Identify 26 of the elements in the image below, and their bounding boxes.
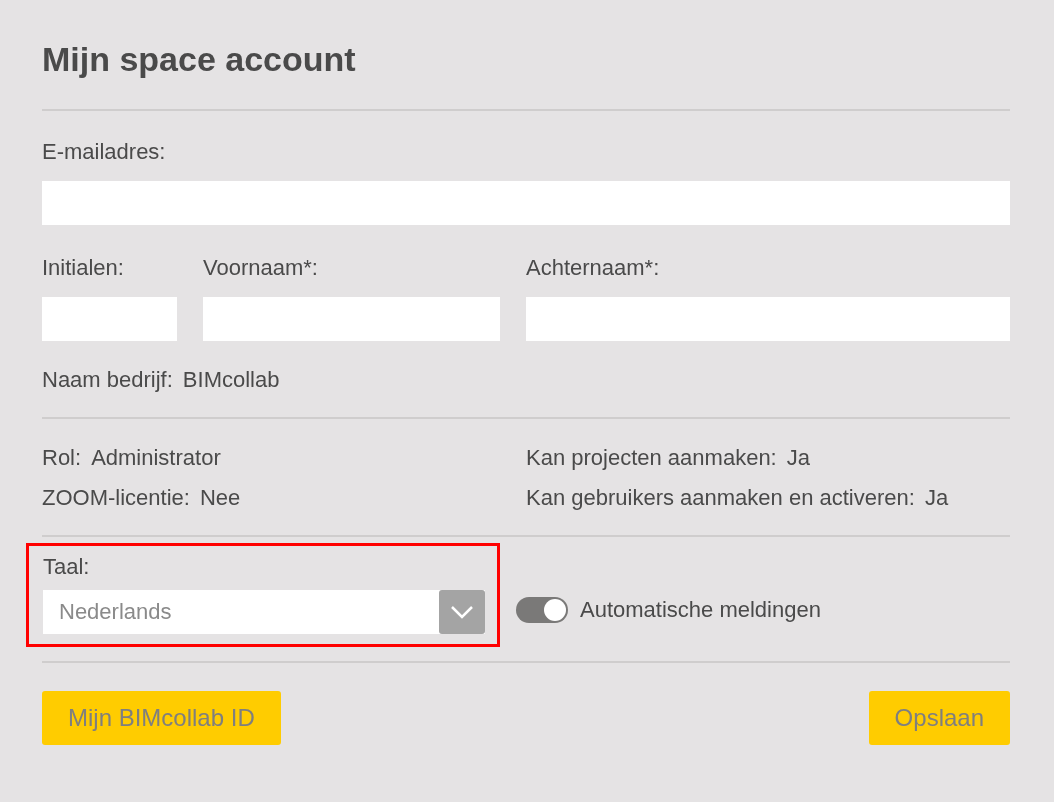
info-value: Nee [199, 485, 241, 511]
info-label: ZOOM-licentie: [42, 485, 190, 511]
language-select[interactable]: Nederlands [43, 590, 485, 634]
field-label: Achternaam*: [526, 255, 661, 281]
field-label: Initialen: [42, 255, 125, 281]
save-button[interactable]: Opslaan [868, 691, 1010, 745]
page-title: Mijn space account [42, 40, 357, 79]
info-label: Rol: [42, 445, 82, 471]
field-label: E-mailadres: [42, 139, 167, 165]
field-label: Naam bedrijf: [42, 367, 173, 393]
toggle-switch[interactable] [516, 597, 568, 623]
info-value: Ja [786, 445, 810, 471]
toggle-label: Automatische meldingen [580, 597, 821, 623]
info-label: Kan projecten aanmaken: [526, 445, 777, 471]
info-value: Ja [924, 485, 949, 511]
company-name: BIMcollab [182, 367, 280, 393]
info-label: Kan gebruikers aanmaken en activeren: [526, 485, 915, 511]
input-field[interactable] [203, 297, 500, 341]
field-label: Voornaam*: [203, 255, 319, 281]
input-field[interactable] [42, 297, 177, 341]
email-field[interactable] [42, 181, 1010, 225]
chevron-down-icon [450, 605, 474, 619]
info-value: Administrator [91, 445, 221, 471]
input-field[interactable] [526, 297, 1010, 341]
field-label: Taal: [43, 554, 91, 580]
id-button[interactable]: Mijn BIMcollab ID [42, 691, 281, 745]
